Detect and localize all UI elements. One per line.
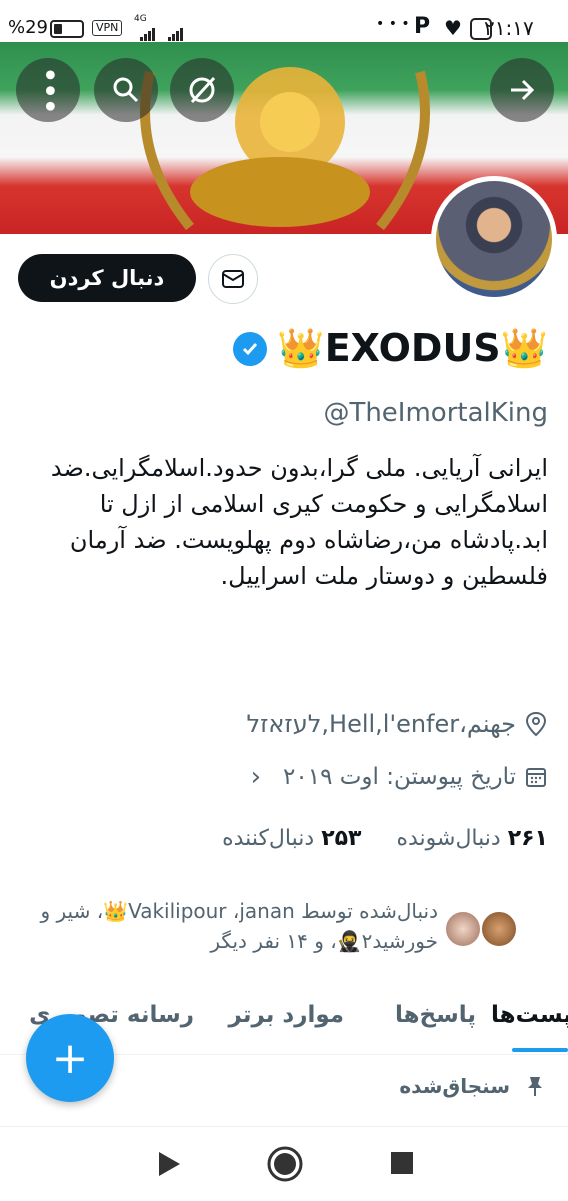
more-vertical-icon: ••• [31, 66, 66, 114]
joined-text: تاریخ پیوستن: اوت ۲۰۱۹ [283, 764, 516, 790]
compose-button[interactable]: + [26, 1014, 114, 1102]
signal-icon-2 [168, 22, 184, 41]
following-link[interactable]: ۲۶۱ دنبال‌شونده [396, 826, 548, 851]
battery-level [54, 24, 62, 34]
following-count: ۲۶۱ [507, 826, 548, 851]
home-icon[interactable] [266, 1145, 304, 1183]
joined-row[interactable]: تاریخ پیوستن: اوت ۲۰۱۹ ‹ [251, 762, 548, 792]
location-row: جهنم،Hell,l'enfer,לעזאזל [246, 710, 548, 738]
battery-percent: %29 [8, 17, 49, 38]
follow-stats: ۲۶۱ دنبال‌شونده ۲۵۳ دنبال‌کننده [222, 826, 548, 851]
play-icon[interactable] [156, 1149, 182, 1179]
tab-highlights[interactable]: موارد برتر [229, 1002, 344, 1028]
profile-bio: ایرانی آریایی. ملی گرا،بدون حدود.اسلامگر… [50, 454, 548, 590]
profile-name-row: 👑EXODUS👑 [233, 326, 548, 371]
display-name: 👑EXODUS👑 [277, 326, 548, 370]
tab-replies[interactable]: پاسخ‌ها [395, 1002, 476, 1028]
instagram-icon [470, 18, 492, 40]
followers-link[interactable]: ۲۵۳ دنبال‌کننده [222, 826, 361, 851]
signal-icon [140, 22, 156, 41]
arrow-right-icon [511, 79, 535, 101]
heart-icon: ♥ [444, 16, 462, 40]
location-pin-icon [525, 711, 547, 737]
recents-icon[interactable] [390, 1151, 414, 1175]
tab-posts[interactable]: پست‌ها [491, 1002, 568, 1028]
follower-avatar-1 [480, 910, 518, 948]
profile-handle: @TheImortalKing [323, 398, 548, 428]
message-button[interactable] [208, 254, 258, 304]
chevron-left-icon: ‹ [250, 762, 262, 792]
system-navigation-bar [0, 1126, 568, 1201]
pinned-label: سنجاق‌شده [399, 1074, 510, 1098]
following-label: دنبال‌شونده [396, 826, 501, 851]
more-options-button[interactable]: ••• [16, 58, 80, 122]
follower-avatar-2 [444, 910, 482, 948]
pin-icon [528, 1077, 542, 1096]
followers-label: دنبال‌کننده [222, 826, 315, 851]
location-text: جهنم،Hell,l'enfer,לעזאזל [246, 710, 516, 738]
search-button[interactable] [94, 58, 158, 122]
grok-button[interactable] [170, 58, 234, 122]
back-button[interactable] [490, 58, 554, 122]
envelope-icon [222, 270, 244, 288]
active-tab-indicator [512, 1048, 568, 1052]
followed-by-text[interactable]: دنبال‌شده توسط Vakilipour ،janan👑، شیر و… [28, 896, 439, 956]
vpn-badge: VPN [92, 20, 123, 36]
notification-dots: • • • [376, 16, 410, 32]
slash-circle-icon [189, 76, 216, 104]
avatar[interactable] [431, 176, 557, 302]
verified-badge-icon [233, 331, 268, 366]
battery-icon [50, 20, 84, 38]
followers-count: ۲۵۳ [321, 826, 362, 851]
follow-button[interactable]: دنبال کردن [18, 254, 196, 302]
app-p-icon: P [414, 14, 431, 39]
search-icon [113, 77, 139, 103]
calendar-icon [526, 768, 546, 787]
pinned-header: سنجاق‌شده [399, 1074, 544, 1098]
